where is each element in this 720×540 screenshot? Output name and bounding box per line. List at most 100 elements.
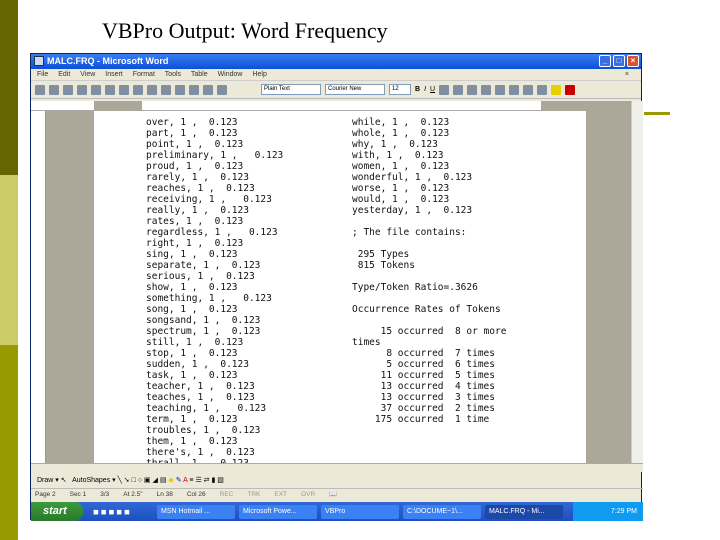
- status-column: Col 26: [186, 491, 206, 498]
- occurrence-line: times: [352, 337, 381, 348]
- document-page[interactable]: over, 1 , 0.123 part, 1 , 0.123 point, 1 ,…: [94, 111, 586, 463]
- fill-color-icon[interactable]: ◆: [168, 477, 173, 484]
- status-trk[interactable]: TRK: [247, 489, 260, 501]
- numbering-icon[interactable]: [495, 84, 506, 95]
- align-left-icon[interactable]: [439, 84, 450, 95]
- status-ovr[interactable]: OVR: [301, 489, 315, 501]
- format-painter-icon[interactable]: [175, 84, 185, 95]
- menu-view[interactable]: View: [80, 71, 95, 78]
- task-command-prompt[interactable]: C:\DOCUME~1\...: [403, 504, 481, 519]
- word-list-right: while, 1 , 0.123 whole, 1 , 0.123 why, 1 ,…: [352, 117, 506, 425]
- vertical-scrollbar[interactable]: [631, 101, 643, 463]
- word-frequency-line: wonderful, 1 , 0.123: [352, 172, 473, 183]
- menu-file[interactable]: File: [37, 71, 48, 78]
- bold-button[interactable]: B: [415, 86, 420, 93]
- style-select[interactable]: Plain Text: [261, 84, 321, 95]
- font-color-draw-icon[interactable]: A: [183, 477, 187, 484]
- close-document-icon[interactable]: ×: [625, 69, 629, 81]
- print-icon[interactable]: [91, 84, 101, 95]
- status-rec[interactable]: REC: [220, 489, 234, 501]
- menu-window[interactable]: Window: [218, 71, 243, 78]
- word-app-icon: [34, 56, 44, 66]
- word-frequency-line: sudden, 1 , 0.123: [146, 359, 249, 370]
- word-frequency-line: [352, 216, 506, 227]
- menu-insert[interactable]: Insert: [105, 71, 123, 78]
- align-right-icon[interactable]: [467, 84, 478, 95]
- word-frequency-line: [352, 293, 506, 304]
- undo-icon[interactable]: [189, 84, 199, 95]
- task-powerpoint[interactable]: Microsoft Powe...: [239, 504, 317, 519]
- word-frequency-line: right, 1 , 0.123: [146, 238, 244, 249]
- highlight-icon[interactable]: [551, 84, 562, 95]
- decrease-indent-icon[interactable]: [523, 84, 534, 95]
- copy-icon[interactable]: [147, 84, 157, 95]
- print-preview-icon[interactable]: [105, 84, 115, 95]
- status-ext[interactable]: EXT: [274, 489, 287, 501]
- font-select[interactable]: Courier New: [325, 84, 385, 95]
- word-frequency-line: yesterday, 1 , 0.123: [352, 205, 473, 216]
- occurrence-table: 15 occurred 8 or more times 8 occurred 7 …: [352, 326, 506, 425]
- word-frequency-line: rates, 1 , 0.123: [146, 216, 244, 227]
- word-frequency-line: ; The file contains:: [352, 227, 467, 238]
- line-color-icon[interactable]: ✎: [176, 477, 182, 484]
- word-frequency-line: something, 1 , 0.123: [146, 293, 272, 304]
- paste-icon[interactable]: [161, 84, 171, 95]
- underline-button[interactable]: U: [430, 86, 435, 93]
- task-word[interactable]: MALC.FRQ - Mi...: [485, 504, 563, 519]
- italic-button[interactable]: I: [424, 86, 426, 93]
- word-frequency-line: serious, 1 , 0.123: [146, 271, 255, 282]
- menu-help[interactable]: Help: [252, 71, 266, 78]
- save-icon[interactable]: [63, 84, 73, 95]
- slide-accent-mid: [0, 345, 18, 540]
- word-frequency-line: 295 Types: [352, 249, 410, 260]
- draw-menu[interactable]: Draw: [37, 477, 53, 484]
- word-frequency-line: would, 1 , 0.123: [352, 194, 450, 205]
- view-buttons-bar[interactable]: [31, 463, 643, 472]
- quick-launch-icons[interactable]: ◼ ◼ ◼ ◼ ◼: [93, 508, 153, 516]
- font-size-select[interactable]: 12: [389, 84, 411, 95]
- task-hotmail[interactable]: MSN Hotmail ...: [157, 504, 235, 519]
- permission-icon[interactable]: [77, 84, 87, 95]
- read-icon[interactable]: [217, 84, 227, 95]
- word-frequency-line: receiving, 1 , 0.123: [146, 194, 272, 205]
- font-color-icon[interactable]: [565, 84, 576, 95]
- close-button[interactable]: ×: [627, 55, 639, 67]
- word-frequency-line: Type/Token Ratio=.3626: [352, 282, 478, 293]
- word-frequency-line: women, 1 , 0.123: [352, 161, 450, 172]
- menu-table[interactable]: Table: [191, 71, 208, 78]
- bullets-icon[interactable]: [509, 84, 520, 95]
- align-center-icon[interactable]: [453, 84, 464, 95]
- minimize-button[interactable]: _: [599, 55, 611, 67]
- vertical-ruler[interactable]: [31, 111, 46, 463]
- word-frequency-line: point, 1 , 0.123: [146, 139, 244, 150]
- word-frequency-line: [352, 238, 506, 249]
- horizontal-ruler[interactable]: [31, 101, 631, 111]
- left-margin: [46, 111, 94, 463]
- menu-edit[interactable]: Edit: [58, 71, 70, 78]
- word-frequency-line: part, 1 , 0.123: [146, 128, 238, 139]
- start-button[interactable]: start: [31, 502, 83, 521]
- word-frequency-line: there's, 1 , 0.123: [146, 447, 255, 458]
- word-frequency-line: [352, 271, 506, 282]
- occurrence-line: 11 occurred 5 times: [352, 370, 495, 381]
- new-icon[interactable]: [35, 84, 45, 95]
- open-icon[interactable]: [49, 84, 59, 95]
- spelling-icon[interactable]: [119, 84, 129, 95]
- cut-icon[interactable]: [133, 84, 143, 95]
- system-tray-clock: 7:29 PM: [573, 502, 643, 521]
- task-vbpro[interactable]: VBPro: [321, 504, 399, 519]
- menu-format[interactable]: Format: [133, 71, 155, 78]
- word-frequency-line: 815 Tokens: [352, 260, 415, 271]
- right-margin: [586, 111, 631, 463]
- research-icon[interactable]: [203, 84, 213, 95]
- menu-tools[interactable]: Tools: [165, 71, 181, 78]
- justify-icon[interactable]: [481, 84, 492, 95]
- drawing-toolbar: Draw ▾ ↖ AutoShapes ▾ ╲ ➘ □ ○ ▣ ◢ ▤ ◆ ✎ …: [31, 473, 643, 489]
- spelling-status-icon[interactable]: 📖: [329, 489, 337, 501]
- word-frequency-line: task, 1 , 0.123: [146, 370, 238, 381]
- increase-indent-icon[interactable]: [537, 84, 548, 95]
- window-title: MALC.FRQ - Microsoft Word: [47, 56, 169, 66]
- autoshapes-menu[interactable]: AutoShapes: [72, 477, 110, 484]
- word-frequency-line: Occurrence Rates of Tokens: [352, 304, 501, 315]
- maximize-button[interactable]: □: [613, 55, 625, 67]
